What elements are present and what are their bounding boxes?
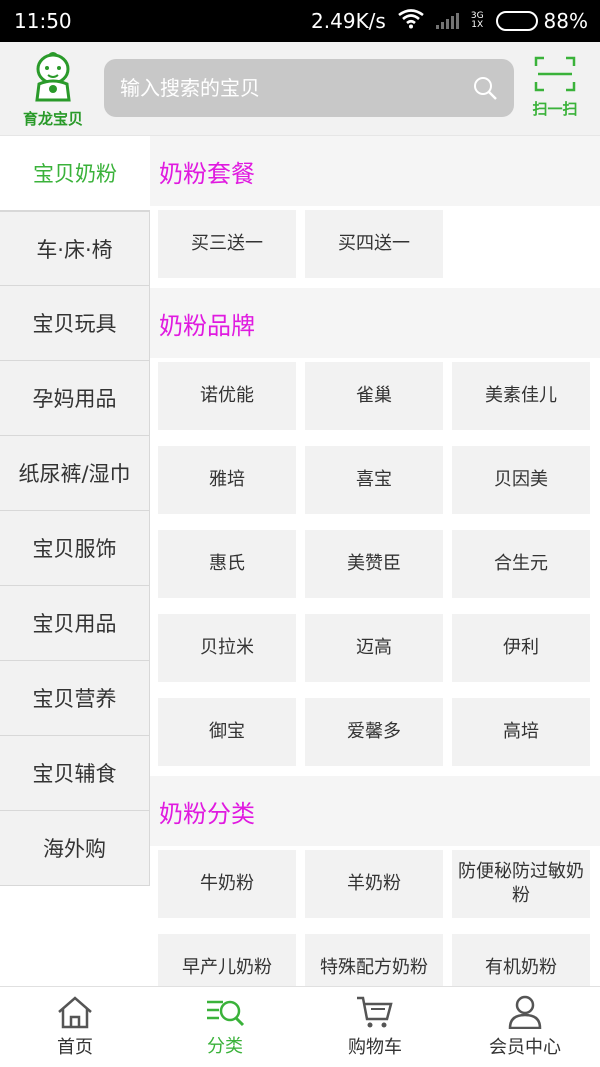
section-milk-packages: 奶粉套餐 买三送一 买四送一 — [150, 136, 600, 288]
sidebar-item-label: 宝贝玩具 — [32, 312, 117, 336]
grid-item[interactable]: 迈高 — [305, 614, 443, 682]
logo-text: 育龙宝贝 — [22, 110, 83, 128]
grid-item[interactable]: 美素佳儿 — [452, 362, 590, 430]
category-content: 奶粉套餐 买三送一 买四送一 奶粉品牌 诺优能 雀巢 美素佳儿 雅培 喜宝 贝因… — [150, 136, 600, 986]
sidebar-item-car-bed-chair[interactable]: 车·床·椅 — [0, 211, 150, 286]
grid-item[interactable]: 高培 — [452, 698, 590, 766]
grid-item[interactable]: 羊奶粉 — [305, 850, 443, 918]
network-speed: 2.49K/s — [311, 9, 386, 33]
grid-item[interactable]: 喜宝 — [305, 446, 443, 514]
section-title: 奶粉品牌 — [150, 288, 600, 358]
sidebar-item-label: 海外购 — [43, 837, 106, 861]
battery-icon — [495, 11, 538, 31]
section-title: 奶粉套餐 — [150, 136, 600, 206]
signal-icon — [435, 13, 459, 29]
tab-label: 分类 — [207, 1036, 243, 1057]
bottom-tab-bar: 首页 分类 购物车 会员中心 — [0, 986, 600, 1067]
cart-icon — [357, 996, 393, 1028]
item-grid: 诺优能 雀巢 美素佳儿 雅培 喜宝 贝因美 惠氏 美赞臣 合生元 贝拉米 迈高 … — [150, 358, 600, 776]
sidebar-item-diapers-wipes[interactable]: 纸尿裤/湿巾 — [0, 436, 150, 511]
battery-percent: 88% — [543, 9, 588, 33]
category-search-icon — [207, 1000, 245, 1027]
tab-label: 购物车 — [348, 1037, 402, 1058]
status-bar: 11:50 2.49K/s 3G 1X 88% — [0, 0, 600, 42]
search-icon[interactable] — [472, 75, 498, 101]
section-milk-types: 奶粉分类 牛奶粉 羊奶粉 防便秘防过敏奶粉 早产儿奶粉 特殊配方奶粉 有机奶粉 — [150, 776, 600, 986]
sidebar-item-overseas[interactable]: 海外购 — [0, 811, 150, 886]
baby-logo-icon — [35, 52, 71, 102]
grid-item[interactable]: 御宝 — [158, 698, 296, 766]
sidebar-item-toys[interactable]: 宝贝玩具 — [0, 286, 150, 361]
grid-item[interactable]: 买四送一 — [305, 210, 443, 278]
grid-item[interactable]: 合生元 — [452, 530, 590, 598]
sidebar-item-baby-food[interactable]: 宝贝辅食 — [0, 736, 150, 811]
tab-cart[interactable]: 购物车 — [300, 987, 450, 1067]
sidebar-item-label: 宝贝用品 — [32, 612, 117, 636]
sidebar-item-clothing[interactable]: 宝贝服饰 — [0, 511, 150, 586]
sidebar-item-label: 宝贝奶粉 — [33, 162, 117, 186]
wifi-icon — [398, 8, 424, 34]
grid-item[interactable]: 贝因美 — [452, 446, 590, 514]
sidebar-item-label: 孕妈用品 — [32, 387, 117, 411]
sidebar-item-label: 宝贝服饰 — [32, 537, 117, 561]
tab-label: 会员中心 — [489, 1037, 561, 1058]
grid-item[interactable]: 牛奶粉 — [158, 850, 296, 918]
battery: 88% — [495, 9, 588, 33]
scan-button[interactable]: 扫一扫 — [526, 56, 584, 126]
sidebar-item-label: 纸尿裤/湿巾 — [18, 462, 131, 486]
grid-item[interactable]: 雀巢 — [305, 362, 443, 430]
item-grid: 买三送一 买四送一 — [150, 206, 600, 288]
network-type-bottom: 1X — [471, 20, 484, 30]
sidebar-item-supplies[interactable]: 宝贝用品 — [0, 586, 150, 661]
grid-item[interactable]: 早产儿奶粉 — [158, 934, 296, 986]
grid-item[interactable]: 贝拉米 — [158, 614, 296, 682]
scan-label: 扫一扫 — [532, 100, 578, 118]
sidebar-item-label: 车·床·椅 — [36, 237, 113, 262]
user-icon — [508, 995, 542, 1029]
sidebar-item-label: 宝贝营养 — [32, 687, 117, 711]
sidebar-item-nutrition[interactable]: 宝贝营养 — [0, 661, 150, 736]
sidebar-item-maternity[interactable]: 孕妈用品 — [0, 361, 150, 436]
tab-category[interactable]: 分类 — [150, 987, 300, 1067]
section-title: 奶粉分类 — [150, 776, 600, 846]
tab-label: 首页 — [57, 1037, 93, 1058]
search-bar[interactable] — [104, 59, 514, 117]
grid-item[interactable]: 伊利 — [452, 614, 590, 682]
grid-item[interactable]: 雅培 — [158, 446, 296, 514]
tab-member-center[interactable]: 会员中心 — [450, 987, 600, 1067]
status-time: 11:50 — [14, 9, 72, 33]
tab-home[interactable]: 首页 — [0, 987, 150, 1067]
grid-item[interactable]: 美赞臣 — [305, 530, 443, 598]
home-icon — [58, 996, 92, 1029]
grid-item[interactable]: 特殊配方奶粉 — [305, 934, 443, 986]
grid-item[interactable]: 买三送一 — [158, 210, 296, 278]
grid-item[interactable]: 爱馨多 — [305, 698, 443, 766]
sidebar-item-label: 宝贝辅食 — [32, 762, 117, 786]
grid-item[interactable]: 诺优能 — [158, 362, 296, 430]
network-type: 3G 1X — [471, 12, 484, 30]
scan-icon — [534, 56, 576, 92]
category-sidebar: 宝贝奶粉 车·床·椅 宝贝玩具 孕妈用品 纸尿裤/湿巾 宝贝服饰 宝贝用品 宝贝… — [0, 136, 150, 886]
grid-item[interactable]: 有机奶粉 — [452, 934, 590, 986]
item-grid: 牛奶粉 羊奶粉 防便秘防过敏奶粉 早产儿奶粉 特殊配方奶粉 有机奶粉 — [150, 846, 600, 986]
status-indicators: 2.49K/s 3G 1X 88% — [311, 8, 588, 34]
grid-item[interactable]: 惠氏 — [158, 530, 296, 598]
sidebar-item-milk-powder[interactable]: 宝贝奶粉 — [0, 136, 150, 211]
logo[interactable]: 育龙宝贝 — [16, 52, 90, 128]
grid-item[interactable]: 防便秘防过敏奶粉 — [452, 850, 590, 918]
section-milk-brands: 奶粉品牌 诺优能 雀巢 美素佳儿 雅培 喜宝 贝因美 惠氏 美赞臣 合生元 贝拉… — [150, 288, 600, 776]
header: 育龙宝贝 扫一扫 — [0, 42, 600, 136]
search-input[interactable] — [120, 76, 472, 100]
